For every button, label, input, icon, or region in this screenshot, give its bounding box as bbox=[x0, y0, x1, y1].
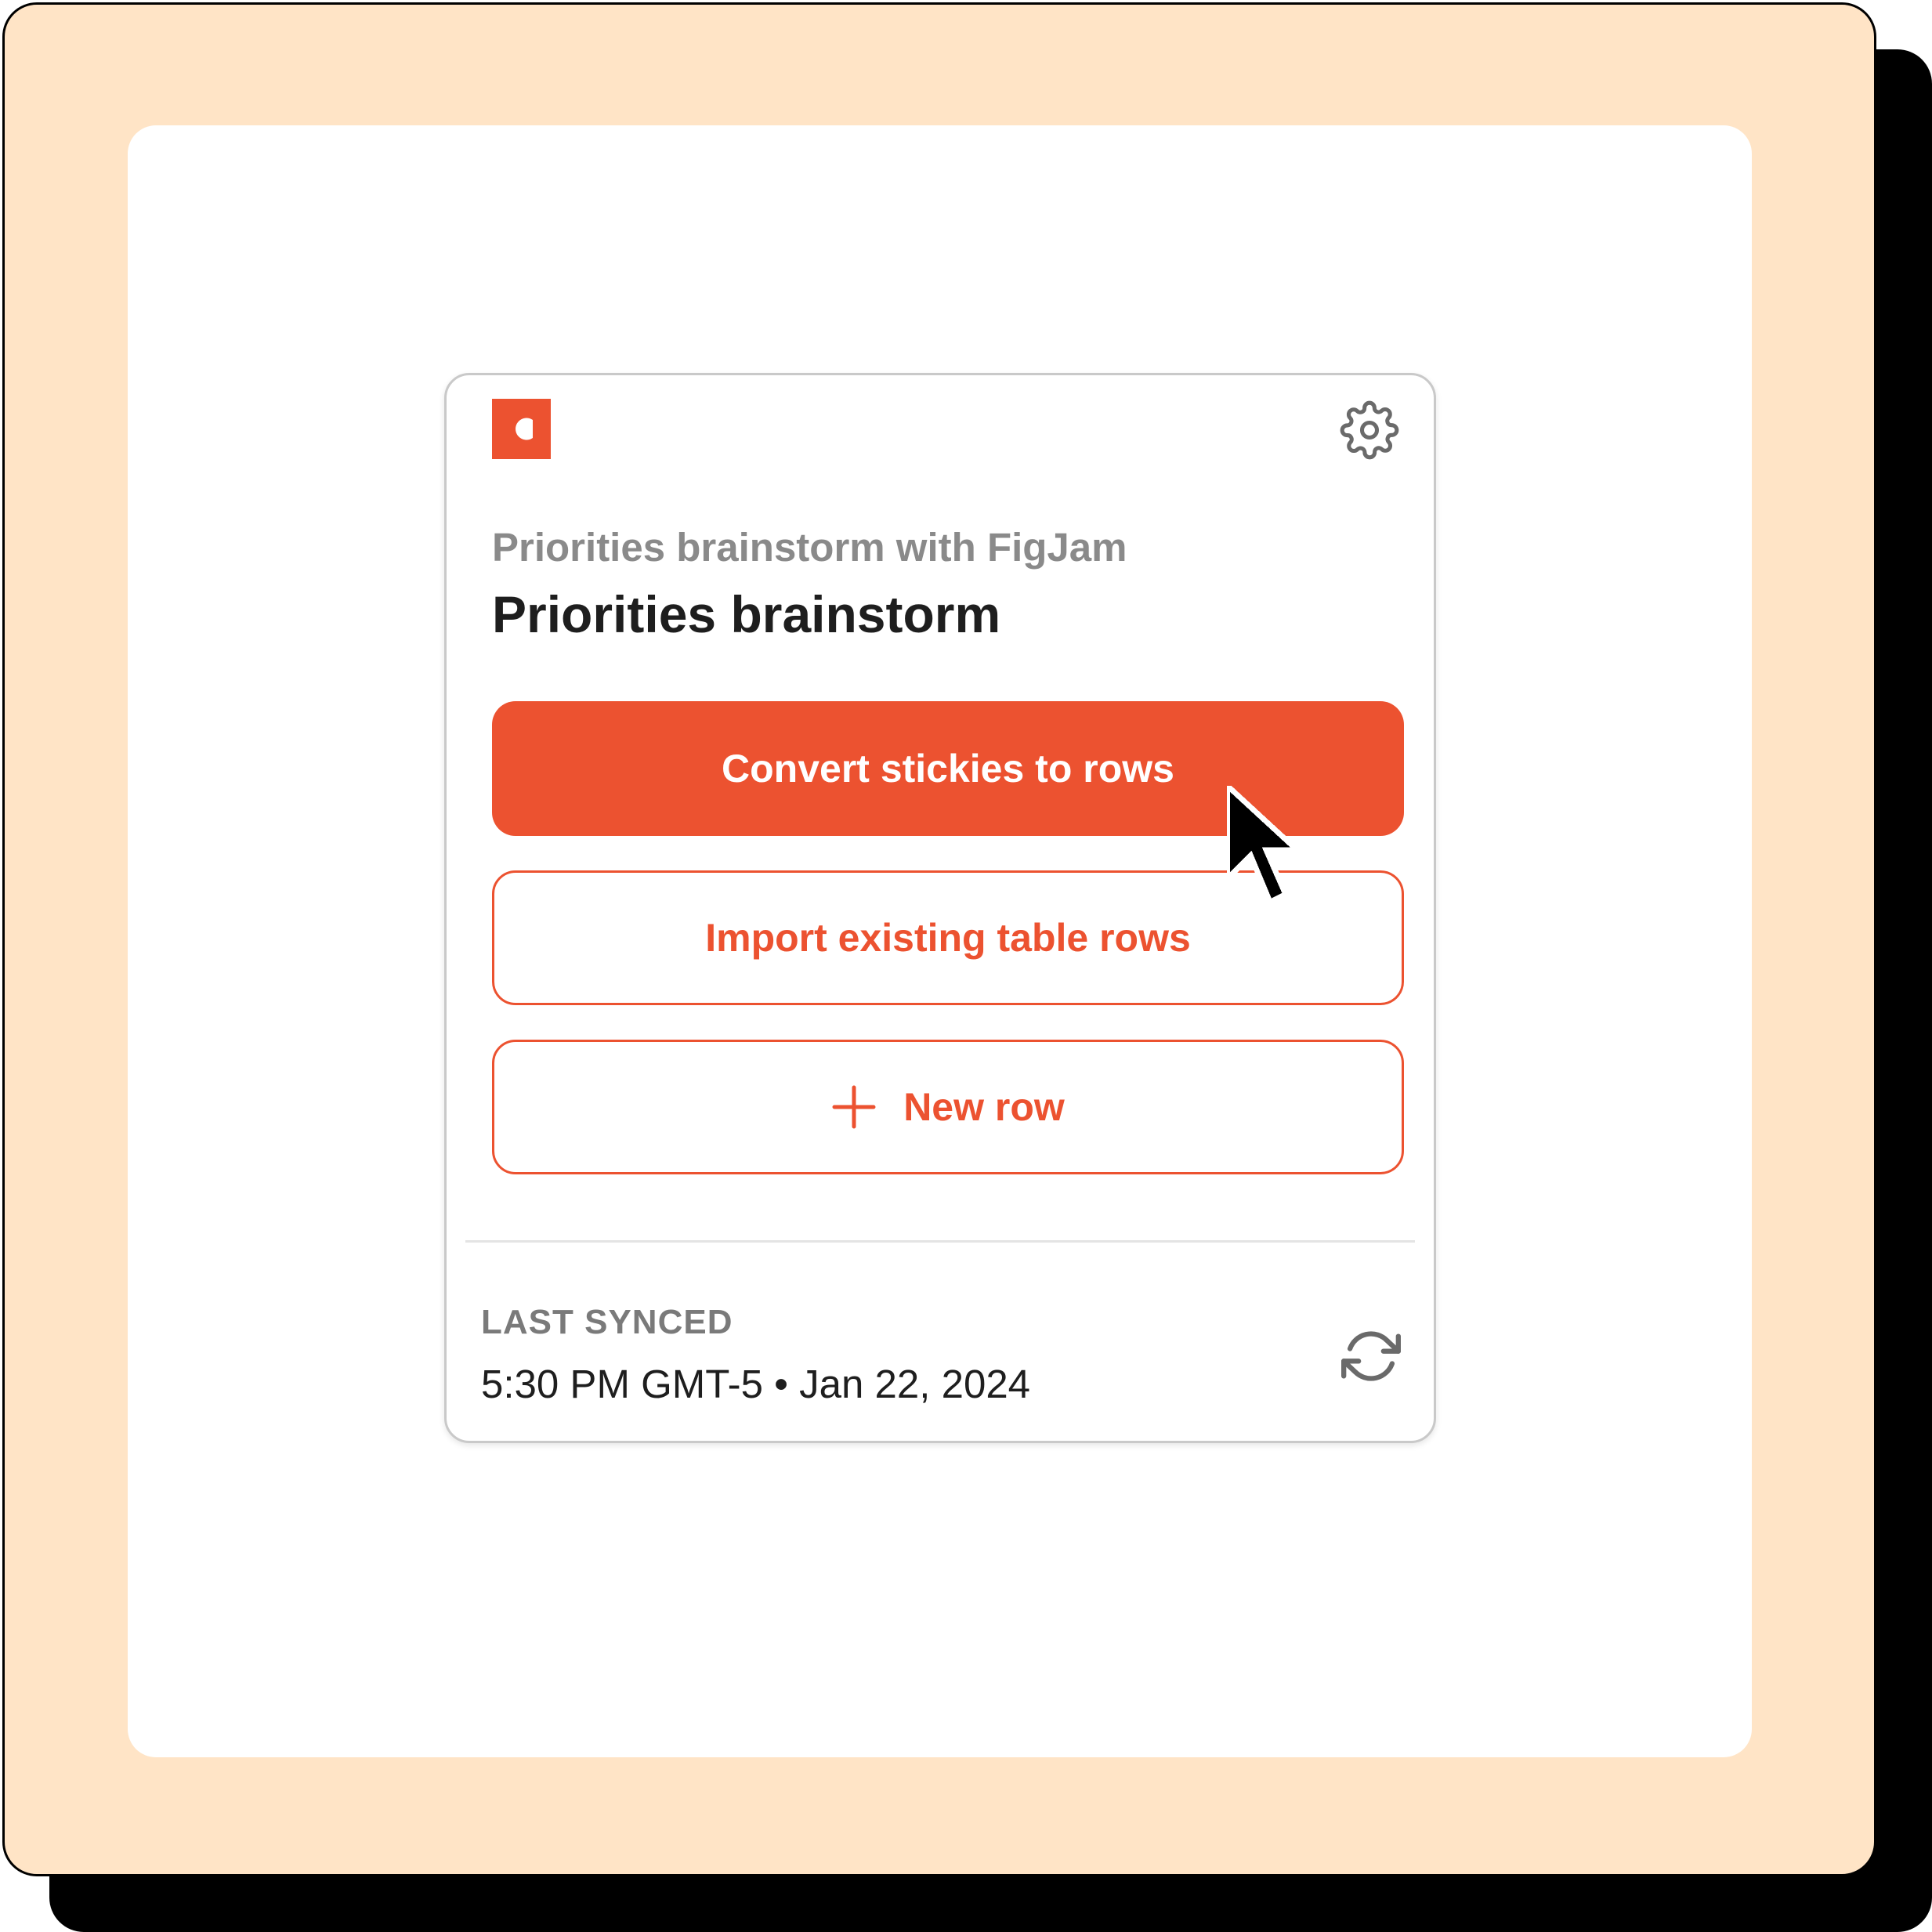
doc-subtitle: Priorities brainstorm with FigJam bbox=[492, 525, 1127, 570]
refresh-icon[interactable] bbox=[1341, 1326, 1401, 1386]
import-rows-label: Import existing table rows bbox=[705, 916, 1191, 960]
new-row-label: New row bbox=[903, 1085, 1065, 1129]
doc-title: Priorities brainstorm bbox=[492, 585, 1001, 643]
coda-logo-icon bbox=[492, 399, 551, 459]
mouse-pointer-icon bbox=[1227, 786, 1304, 906]
divider bbox=[465, 1240, 1415, 1243]
new-row-button[interactable]: New row bbox=[492, 1040, 1404, 1174]
last-synced-timestamp: 5:30 PM GMT-5 • Jan 22, 2024 bbox=[481, 1362, 1031, 1406]
gear-icon[interactable] bbox=[1340, 400, 1399, 460]
last-synced-label: LAST SYNCED bbox=[481, 1303, 733, 1341]
convert-stickies-label: Convert stickies to rows bbox=[722, 747, 1174, 791]
plus-icon bbox=[832, 1085, 876, 1129]
